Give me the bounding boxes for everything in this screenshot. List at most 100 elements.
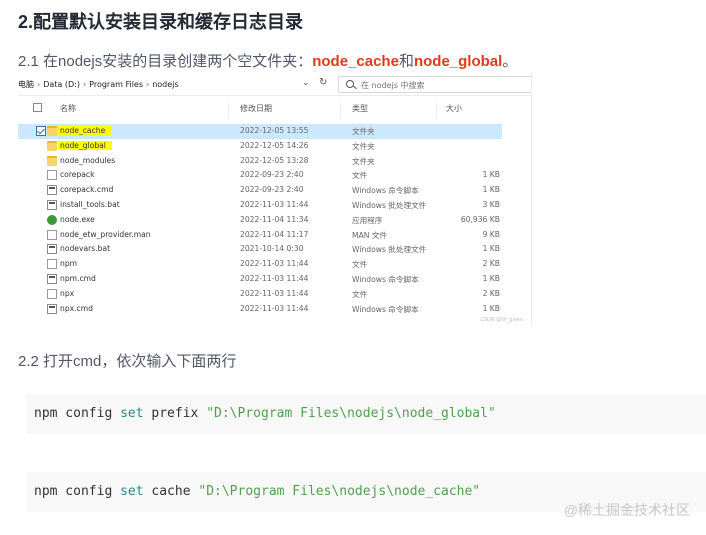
breadcrumb-item[interactable]: nodejs xyxy=(152,80,178,89)
search-icon xyxy=(346,80,354,88)
breadcrumb[interactable]: 电脑 › Data (D:) › Program Files › nodejs xyxy=(18,79,179,90)
code-keyword: set xyxy=(120,406,144,421)
chevron-right-icon: › xyxy=(82,80,87,89)
file-row[interactable]: node.exe 2022-11-04 11:34 应用程序 60,936 KB xyxy=(18,213,531,228)
explorer-screenshot: 电脑 › Data (D:) › Program Files › nodejs ⌄ ↻ 在 … xyxy=(18,74,532,326)
cmd-icon xyxy=(47,303,57,314)
address-bar[interactable]: 电脑 › Data (D:) › Program Files › nodejs ⌄ ↻ 在 … xyxy=(18,74,531,96)
file-date: 2021-10-14 0:30 xyxy=(240,244,304,254)
file-date: 2022-11-03 11:44 xyxy=(240,303,309,313)
file-name: node_etw_provider.man xyxy=(60,229,151,239)
step-2-text: 2.2 打开cmd，依次输入下面两行 xyxy=(18,353,237,370)
folder-icon xyxy=(47,126,57,136)
highlight-mark: node_cache xyxy=(58,126,112,135)
file-size: 60,936 KB xyxy=(460,214,500,224)
file-date: 2022-12-05 13:55 xyxy=(240,126,309,135)
file-type: 文件夹 xyxy=(352,156,375,166)
file-row[interactable]: npm 2022-11-03 11:44 文件 2 KB xyxy=(18,257,531,272)
file-list: node_cache 2022-12-05 13:55 文件夹 node_global… xyxy=(18,124,531,317)
file-name: node_global xyxy=(58,140,112,150)
file-row[interactable]: node_global 2022-12-05 14:26 文件夹 xyxy=(18,139,531,154)
file-name: node.exe xyxy=(60,214,95,224)
file-row[interactable]: node_etw_provider.man 2022-11-04 11:17 MAN… xyxy=(18,228,531,243)
search-placeholder: 在 nodejs 中搜索 xyxy=(361,81,425,90)
step-1-suffix: 。 xyxy=(502,53,518,70)
csdn-watermark: CSDN @lili_given xyxy=(480,317,523,323)
file-date: 2022-11-03 11:44 xyxy=(240,273,309,283)
row-checkbox[interactable] xyxy=(36,126,46,136)
file-size: 1 KB xyxy=(482,244,500,254)
file-icon xyxy=(47,170,57,181)
folder-name-global: node_global xyxy=(413,53,503,70)
folder-icon xyxy=(47,140,57,151)
file-type: Windows 命令脚本 xyxy=(352,186,419,196)
code-command: npm config xyxy=(34,406,121,421)
file-row[interactable]: npx.cmd 2022-11-03 11:44 Windows 命令脚本 1 KB xyxy=(18,302,531,317)
select-all-checkbox[interactable] xyxy=(33,103,42,112)
file-type: 文件 xyxy=(352,260,368,270)
file-size: 1 KB xyxy=(482,273,500,283)
file-type: 文件夹 xyxy=(352,141,375,151)
file-date: 2022-11-03 11:44 xyxy=(240,259,309,269)
chevron-right-icon: › xyxy=(146,80,150,89)
file-date: 2022-11-03 11:44 xyxy=(240,288,309,298)
chevron-down-icon[interactable]: ⌄ xyxy=(302,78,310,88)
file-date: 2022-12-05 14:26 xyxy=(240,140,309,150)
file-icon xyxy=(47,229,57,240)
file-type: 应用程序 xyxy=(352,215,383,225)
file-name: install_tools.bat xyxy=(60,199,120,209)
file-name: corepack.cmd xyxy=(60,185,114,195)
step-1-prefix: 2.1 在nodejs安装的目录创建两个空文件夹： xyxy=(18,53,313,70)
column-divider[interactable] xyxy=(340,103,341,119)
node-exe-icon xyxy=(47,214,57,225)
cmd-icon xyxy=(47,185,57,196)
file-date: 2022-12-05 13:28 xyxy=(240,155,309,165)
file-date: 2022-09-23 2:40 xyxy=(240,185,304,195)
file-date: 2022-11-03 11:44 xyxy=(240,199,309,209)
code-block: npm config set prefix "D:\Program Files\… xyxy=(26,394,706,434)
file-date: 2022-09-23 2:40 xyxy=(240,170,304,180)
file-date: 2022-11-04 11:17 xyxy=(240,229,309,239)
cmd-icon xyxy=(47,273,57,284)
file-name: npx xyxy=(60,288,75,298)
file-type: 文件 xyxy=(352,289,368,299)
column-name[interactable]: 名称 xyxy=(60,103,76,114)
file-row[interactable]: node_modules 2022-12-05 13:28 文件夹 xyxy=(18,154,531,169)
file-icon xyxy=(47,288,57,299)
code-keyword: set xyxy=(120,484,144,499)
file-type: 文件夹 xyxy=(352,127,375,136)
breadcrumb-item[interactable]: Data (D:) xyxy=(43,80,80,89)
file-type: Windows 命令脚本 xyxy=(352,274,419,284)
cmd-icon xyxy=(47,244,57,255)
breadcrumb-item[interactable]: 电脑 xyxy=(18,80,34,89)
file-row[interactable]: npm.cmd 2022-11-03 11:44 Windows 命令脚本 1 KB xyxy=(18,272,531,287)
column-size[interactable]: 大小 xyxy=(446,103,462,114)
column-type[interactable]: 类型 xyxy=(352,103,368,114)
code-string: "D:\Program Files\nodejs\node_cache" xyxy=(198,484,481,499)
folder-icon xyxy=(47,155,57,166)
file-name: npx.cmd xyxy=(60,303,93,313)
file-name: npm.cmd xyxy=(60,273,96,283)
file-date: 2022-11-04 11:34 xyxy=(240,214,309,224)
file-row[interactable]: install_tools.bat 2022-11-03 11:44 Windows… xyxy=(18,198,531,213)
refresh-icon[interactable]: ↻ xyxy=(319,77,327,88)
file-type: Windows 命令脚本 xyxy=(352,304,419,314)
column-divider[interactable] xyxy=(436,103,437,119)
file-row[interactable]: npx 2022-11-03 11:44 文件 2 KB xyxy=(18,287,531,302)
file-size: 3 KB xyxy=(482,199,500,209)
code-string: "D:\Program Files\nodejs\node_global" xyxy=(206,406,496,421)
file-type: Windows 批处理文件 xyxy=(352,245,427,255)
file-size: 1 KB xyxy=(482,185,500,195)
column-divider[interactable] xyxy=(228,103,229,119)
file-row[interactable]: nodevars.bat 2021-10-14 0:30 Windows 批处理文件… xyxy=(18,242,531,257)
file-size: 1 KB xyxy=(482,303,500,313)
file-row[interactable]: corepack 2022-09-23 2:40 文件 1 KB xyxy=(18,168,531,183)
search-input[interactable]: 在 nodejs 中搜索 xyxy=(338,76,531,93)
breadcrumb-item[interactable]: Program Files xyxy=(89,80,143,89)
column-date[interactable]: 修改日期 xyxy=(240,103,272,114)
file-row[interactable]: corepack.cmd 2022-09-23 2:40 Windows 命令脚本 1… xyxy=(18,183,531,198)
file-name: node_cache xyxy=(58,126,112,135)
file-row[interactable]: node_cache 2022-12-05 13:55 文件夹 xyxy=(18,124,502,139)
file-name: corepack xyxy=(60,170,95,180)
file-type: MAN 文件 xyxy=(352,230,388,240)
